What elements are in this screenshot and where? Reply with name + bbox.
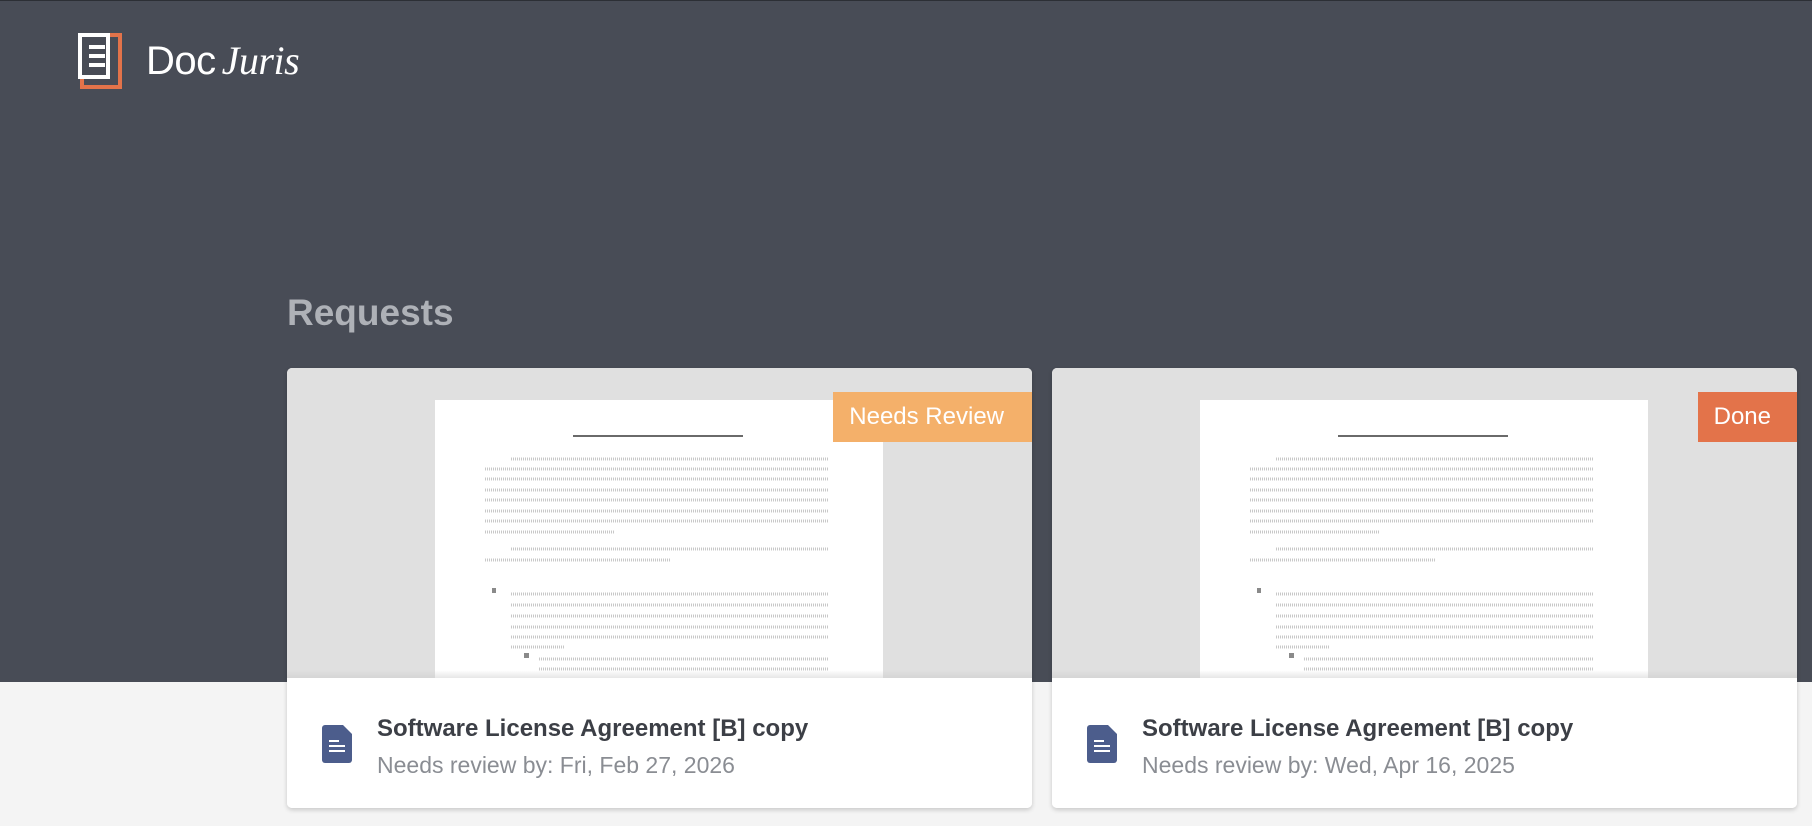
docjuris-logo-icon xyxy=(78,33,124,89)
document-preview[interactable]: Needs Review xyxy=(287,368,1032,678)
request-title[interactable]: Software License Agreement [B] copy xyxy=(1142,714,1573,744)
document-preview[interactable]: Done xyxy=(1052,368,1797,678)
preview-fade xyxy=(287,670,1032,678)
brand-name-juris: Juris xyxy=(221,38,300,83)
docjuris-logo[interactable]: Doc Juris xyxy=(78,33,300,89)
brand-name-doc: Doc xyxy=(146,39,216,83)
brand-name: Doc Juris xyxy=(146,38,300,83)
review-due-date: Needs review by: Wed, Apr 16, 2025 xyxy=(1142,752,1515,778)
page-title: Requests xyxy=(287,292,454,333)
request-title[interactable]: Software License Agreement [B] copy xyxy=(377,714,808,744)
request-info[interactable]: Software License Agreement [B] copy Need… xyxy=(1052,678,1797,808)
status-badge: Needs Review xyxy=(833,392,1032,442)
document-icon xyxy=(1087,725,1117,763)
document-thumbnail xyxy=(435,400,883,678)
status-badge: Done xyxy=(1697,392,1797,442)
request-card[interactable]: Done Software License Agreement [B] copy… xyxy=(1052,368,1797,808)
document-icon xyxy=(322,725,352,763)
document-thumbnail xyxy=(1200,400,1648,678)
request-card[interactable]: Needs Review Software License Agreement … xyxy=(287,368,1032,808)
review-due-date: Needs review by: Fri, Feb 27, 2026 xyxy=(377,752,735,778)
request-info[interactable]: Software License Agreement [B] copy Need… xyxy=(287,678,1032,808)
preview-fade xyxy=(1052,670,1797,678)
